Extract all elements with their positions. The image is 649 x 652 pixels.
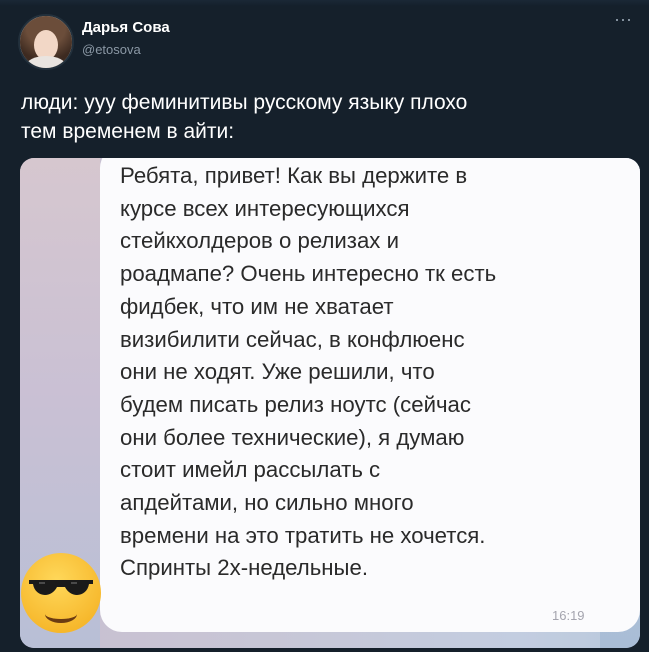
chat-message-line: стоит имейл рассылать с (120, 457, 381, 483)
message-time: 16:19 (552, 608, 585, 623)
chat-message-line: курсе всех интересующихся (120, 195, 410, 221)
author-handle[interactable]: @etosova (82, 42, 141, 57)
sunglasses-icon (29, 580, 93, 595)
chat-message-line: фидбек, что им не хватает (120, 293, 394, 319)
tweet-photo[interactable]: Ребята, привет! Как вы держите в курсе в… (20, 158, 640, 648)
chat-message-line: роадмапе? Очень интересно тк есть (120, 261, 497, 287)
tweet-text-line: тем временем в айти: (21, 120, 235, 143)
previous-tweet-edge (0, 0, 649, 6)
chat-message-line: Спринты 2х-недельные. (120, 555, 368, 581)
chat-message-line: стейкхолдеров о релизах и (120, 228, 399, 254)
sunglasses-emoji-icon (21, 553, 101, 633)
avatar[interactable] (18, 14, 74, 70)
chat-message-line: они не ходят. Уже решили, что (120, 359, 435, 385)
chat-message-line: апдейтами, но сильно много (120, 490, 414, 516)
tweet-text-line: люди: ууу феминитивы русскому языку плох… (21, 91, 468, 114)
author-name[interactable]: Дарья Сова (82, 19, 170, 36)
chat-message: Ребята, привет! Как вы держите в курсе в… (120, 160, 600, 585)
chat-message-line: визибилити сейчас, в конфлюенс (120, 326, 465, 352)
chat-message-line: Ребята, привет! Как вы держите в (120, 163, 468, 188)
chat-message-line: они более технические), я думаю (120, 424, 465, 450)
chat-message-line: времени на это тратить не хочется. (120, 522, 486, 548)
chat-message-line: будем писать релиз ноутс (сейчас (120, 391, 471, 417)
emoji-mouth (45, 605, 77, 623)
tweet-text: люди: ууу феминитивы русскому языку плох… (21, 88, 621, 146)
more-horizontal-icon[interactable]: ⋯ (614, 10, 633, 31)
avatar-body (26, 56, 66, 68)
